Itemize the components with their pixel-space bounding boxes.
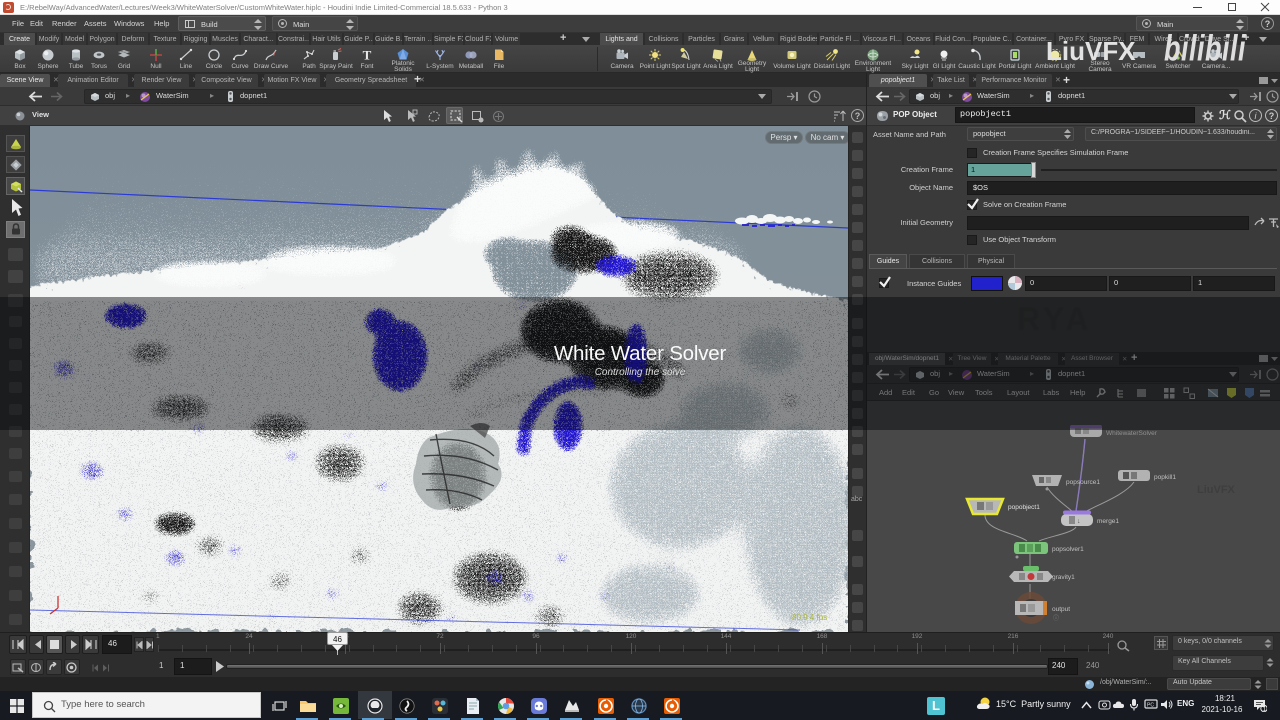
svg-text:LiuVFX: LiuVFX xyxy=(1197,484,1236,496)
svg-text:popobject1: popobject1 xyxy=(1008,504,1040,511)
svg-text:output: output xyxy=(1052,606,1070,613)
svg-text:popkill1: popkill1 xyxy=(1154,474,1176,481)
svg-text:↓: ↓ xyxy=(1077,518,1081,525)
svg-text:gravity1: gravity1 xyxy=(1052,574,1075,581)
svg-text:popsolver1: popsolver1 xyxy=(1052,546,1084,553)
svg-text:WhitewaterSolver: WhitewaterSolver xyxy=(1106,430,1158,437)
svg-text:1: 1 xyxy=(1263,706,1267,712)
svg-text:popsource1: popsource1 xyxy=(1066,479,1100,486)
svg-text:ⓘ: ⓘ xyxy=(1053,614,1059,622)
svg-text:merge1: merge1 xyxy=(1097,518,1119,525)
svg-text:PC: PC xyxy=(1147,703,1154,709)
svg-text:T: T xyxy=(363,48,372,63)
svg-text:80.9 4 fps: 80.9 4 fps xyxy=(792,613,827,622)
